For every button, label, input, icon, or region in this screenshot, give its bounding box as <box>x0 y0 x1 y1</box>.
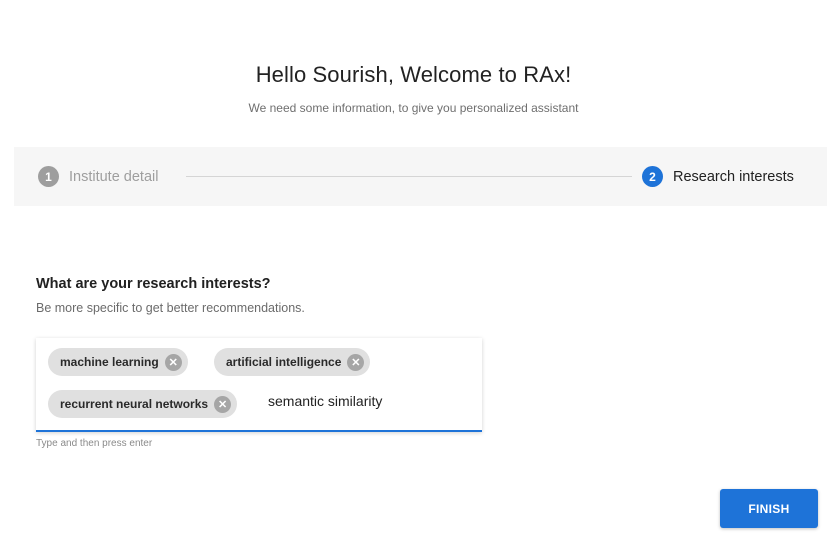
interest-chip: recurrent neural networks ✕ <box>48 390 238 418</box>
chip-label: recurrent neural networks <box>60 397 209 411</box>
chip-label: machine learning <box>60 355 159 369</box>
input-helper-text: Type and then press enter <box>36 438 153 449</box>
research-interests-hint: Be more specific to get better recommend… <box>36 301 305 315</box>
interests-chip-input[interactable]: machine learning ✕ artificial intelligen… <box>36 338 482 432</box>
step-number-badge: 2 <box>642 166 663 187</box>
welcome-header: Hello Sourish, Welcome to RAx! We need s… <box>0 0 827 147</box>
step-label: Institute detail <box>69 168 159 185</box>
page-title: Hello Sourish, Welcome to RAx! <box>255 62 572 87</box>
step-connector <box>186 176 632 177</box>
page-subtitle: We need some information, to give you pe… <box>248 101 579 115</box>
stepper: 1 Institute detail 2 Research interests <box>14 147 827 206</box>
interest-chip: machine learning ✕ <box>48 348 188 376</box>
interest-chip: artificial intelligence ✕ <box>214 348 371 376</box>
step-research-interests[interactable]: 2 Research interests <box>642 166 794 187</box>
remove-chip-icon[interactable]: ✕ <box>347 353 365 371</box>
interest-text-input[interactable] <box>268 393 468 409</box>
remove-chip-icon[interactable]: ✕ <box>164 353 182 371</box>
step-label: Research interests <box>673 168 794 185</box>
research-interests-question: What are your research interests? <box>36 276 271 292</box>
finish-button[interactable]: FINISH <box>720 489 818 528</box>
chip-label: artificial intelligence <box>226 355 342 369</box>
step-number-badge: 1 <box>38 166 59 187</box>
remove-chip-icon[interactable]: ✕ <box>214 395 232 413</box>
step-institute-detail[interactable]: 1 Institute detail <box>38 166 158 187</box>
